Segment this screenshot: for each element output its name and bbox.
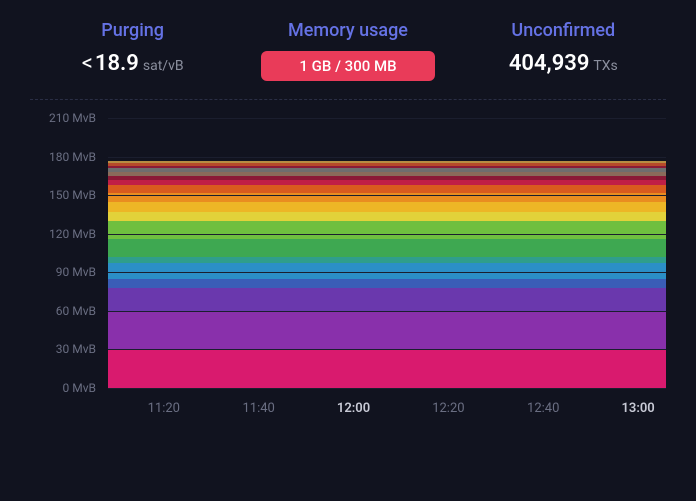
- y-tick: 180 MvB: [49, 150, 96, 164]
- chart-plot: [108, 118, 666, 388]
- y-tick: 0 MvB: [63, 381, 97, 395]
- gridline: [108, 195, 666, 196]
- mempool-chart: 0 MvB 30 MvB 60 MvB 90 MvB 120 MvB 150 MvB 180…: [30, 118, 666, 428]
- x-tick: 13:00: [621, 401, 654, 416]
- gridline: [108, 388, 666, 389]
- memory-label: Memory usage: [245, 20, 450, 41]
- chart-band: [108, 311, 666, 350]
- y-tick: 210 MvB: [49, 111, 96, 125]
- y-tick: 60 MvB: [56, 304, 96, 318]
- gridline: [108, 349, 666, 350]
- chart-band: [108, 202, 666, 212]
- chart-band: [108, 212, 666, 221]
- gridline: [108, 272, 666, 273]
- memory-stat: Memory usage 1 GB / 300 MB: [245, 20, 450, 81]
- y-tick: 90 MvB: [56, 265, 96, 279]
- y-axis: 0 MvB30 MvB60 MvB90 MvB120 MvB150 MvB180…: [30, 118, 102, 388]
- x-tick: 11:40: [242, 401, 274, 416]
- gridline: [108, 234, 666, 235]
- gridline: [108, 311, 666, 312]
- chart-band: [108, 221, 666, 239]
- x-tick: 12:20: [432, 401, 464, 416]
- chart-band: [108, 263, 666, 278]
- gridline: [108, 118, 666, 119]
- y-tick: 120 MvB: [49, 227, 96, 241]
- purging-stat: Purging <18.9sat/vB: [30, 20, 235, 81]
- chart-band: [108, 239, 666, 257]
- chart-band: [108, 185, 666, 193]
- gridline: [108, 157, 666, 158]
- chart-band: [108, 279, 666, 288]
- stats-row: Purging <18.9sat/vB Memory usage 1 GB / …: [30, 20, 666, 100]
- unconfirmed-label: Unconfirmed: [461, 20, 666, 41]
- y-tick: 150 MvB: [49, 188, 96, 202]
- purging-value: <18.9sat/vB: [30, 51, 235, 76]
- memory-pill: 1 GB / 300 MB: [261, 51, 434, 81]
- y-tick: 30 MvB: [56, 342, 96, 356]
- unconfirmed-value: 404,939TXs: [461, 51, 666, 76]
- purging-label: Purging: [30, 20, 235, 41]
- unconfirmed-stat: Unconfirmed 404,939TXs: [461, 20, 666, 81]
- x-tick: 12:40: [527, 401, 559, 416]
- x-tick: 11:20: [148, 401, 180, 416]
- x-axis: 11:20 11:40 12:00 12:20 12:40 13:00: [108, 390, 666, 428]
- chart-band: [108, 193, 666, 202]
- x-tick: 12:00: [337, 401, 370, 416]
- chart-band: [108, 349, 666, 388]
- chart-band: [108, 288, 666, 311]
